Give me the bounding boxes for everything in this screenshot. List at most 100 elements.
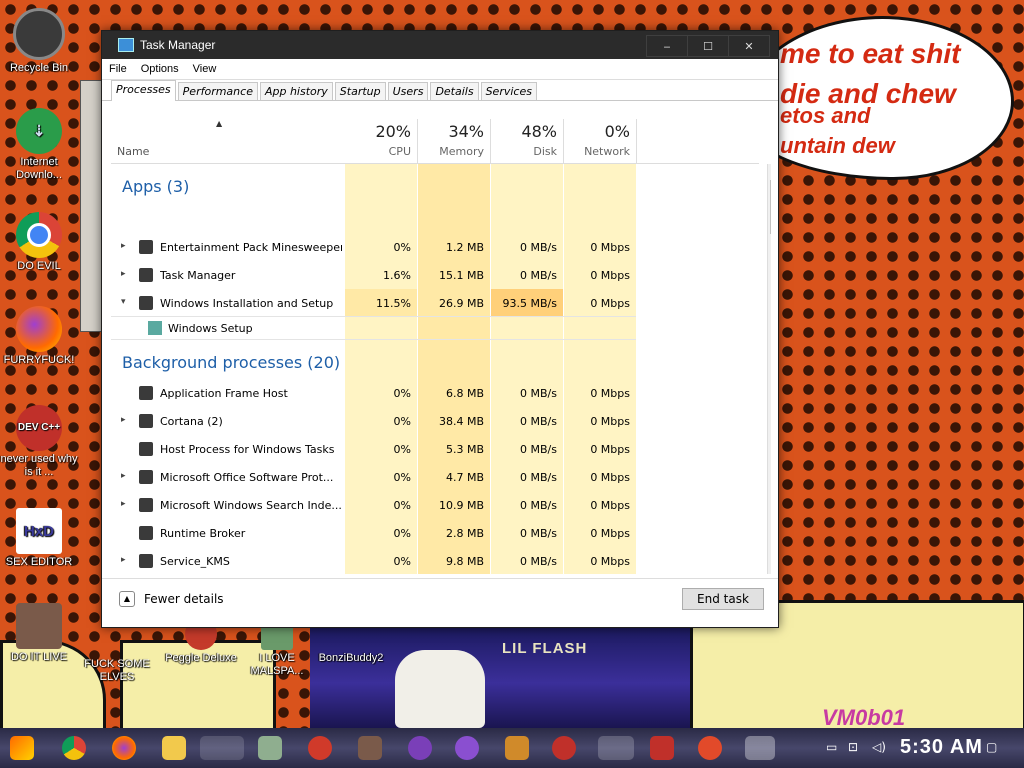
desktop-icon-devcpp[interactable]: DEV C++ never used why is it ... [0, 405, 78, 479]
menu-view[interactable]: View [186, 63, 224, 75]
desktop-icon-chrome[interactable]: DO EVIL [0, 212, 78, 273]
chevron-right-expander-icon[interactable]: ▸ [121, 415, 126, 425]
taskbar-clock[interactable]: 5:30 AM [900, 736, 983, 759]
column-network[interactable]: 0% Network [564, 119, 637, 163]
keyboard-icon[interactable]: ▭ [826, 740, 837, 754]
disk-value: 0 MB/s [520, 387, 557, 400]
dev-cpp-icon: DEV C++ [16, 405, 62, 451]
network-label: Network [584, 145, 630, 158]
end-task-button[interactable]: End task [682, 588, 764, 610]
chevron-up-icon[interactable]: ▲ [119, 591, 135, 607]
app-taskbar-icon-3[interactable] [698, 736, 722, 760]
process-row[interactable]: ▸ Service_KMS 0% 9.8 MB 0 MB/s 0 Mbps [111, 547, 759, 574]
process-name: Windows Setup [168, 322, 253, 335]
menu-file[interactable]: File [102, 63, 134, 75]
task-manager-taskbar-icon[interactable] [745, 736, 775, 760]
minesweeper-taskbar-icon[interactable] [200, 736, 244, 760]
chevron-right-expander-icon[interactable]: ▸ [121, 555, 126, 565]
menu-bar: File Options View [102, 59, 778, 80]
network-value: 0 Mbps [590, 499, 630, 512]
column-name[interactable]: Name [117, 145, 149, 158]
minimize-button[interactable]: ‒ [646, 35, 688, 57]
cpu-value: 0% [393, 471, 411, 484]
process-icon [139, 442, 153, 456]
hxd-icon: HxD [16, 508, 62, 554]
process-row[interactable]: ▸ Microsoft Office Software Prot... 0% 4.7 … [111, 463, 759, 491]
column-header: ▲ Name 20% CPU 34% Memory 48% Disk 0% Ne… [111, 119, 759, 164]
tab-app-history[interactable]: App history [259, 82, 333, 100]
memory-value: 10.9 MB [438, 499, 484, 512]
tab-services[interactable]: Services [480, 82, 537, 100]
close-button[interactable]: ✕ [728, 35, 770, 57]
chevron-right-expander-icon[interactable]: ▸ [121, 471, 126, 481]
desktop-icon-internet-download[interactable]: ⇣ Internet Downlo... [0, 108, 78, 182]
process-icon [139, 240, 153, 254]
process-row[interactable]: Host Process for Windows Tasks 0% 5.3 MB 0 … [111, 435, 759, 463]
desktop-icon-label: SEX EDITOR [5, 556, 73, 568]
fewer-details-link[interactable]: Fewer details [144, 592, 224, 606]
tab-users[interactable]: Users [387, 82, 429, 100]
tab-performance[interactable]: Performance [177, 82, 258, 100]
maximize-button[interactable]: ☐ [687, 35, 729, 57]
tab-startup[interactable]: Startup [334, 82, 386, 100]
app-taskbar-icon[interactable] [258, 736, 282, 760]
process-child-row[interactable]: Windows Setup [111, 316, 636, 340]
firefox-taskbar-icon[interactable] [112, 736, 136, 760]
desktop-icon-label: DO IT LIVE [10, 651, 68, 663]
process-name: Cortana (2) [160, 415, 223, 428]
group-background-heading: Background processes (20) [122, 353, 341, 372]
process-row[interactable]: ▸ Cortana (2) 0% 38.4 MB 0 MB/s 0 Mbps [111, 407, 759, 435]
process-row[interactable]: Application Frame Host 0% 6.8 MB 0 MB/s 0 Mb… [111, 379, 759, 407]
speech-line: untain dew [780, 133, 895, 158]
folder-taskbar-icon[interactable] [162, 736, 186, 760]
desktop-icon-elves[interactable]: FUCK SOME ELVES [78, 632, 156, 706]
process-name: Windows Installation and Setup [160, 297, 334, 310]
desktop-icon-do-it-live[interactable]: DO IT LIVE [0, 603, 78, 664]
notification-icon[interactable]: ▢ [986, 740, 997, 754]
setup-taskbar-icon[interactable] [598, 736, 634, 760]
disk-value: 0 MB/s [520, 241, 557, 254]
sort-caret-icon[interactable]: ▲ [216, 119, 222, 128]
tab-processes[interactable]: Processes [111, 80, 176, 101]
process-row[interactable]: ▸ Entertainment Pack Minesweeper... 0% 1.2 … [111, 233, 759, 261]
portrait-icon [16, 603, 62, 649]
column-cpu[interactable]: 20% CPU [345, 119, 418, 163]
devcpp-taskbar-icon[interactable] [650, 736, 674, 760]
desktop-icon-recycle-bin[interactable]: Recycle Bin [0, 8, 78, 75]
memory-value: 26.9 MB [438, 297, 484, 310]
chevron-right-expander-icon[interactable]: ▸ [121, 499, 126, 509]
memory-value: 5.3 MB [445, 443, 484, 456]
chevron-right-expander-icon[interactable]: ▸ [121, 269, 126, 279]
chevron-right-expander-icon[interactable]: ▸ [121, 241, 126, 251]
volume-icon[interactable]: ◁) [872, 740, 886, 754]
process-name: Entertainment Pack Minesweeper... [160, 241, 342, 254]
bonzi-taskbar-icon[interactable] [408, 736, 432, 760]
menu-options[interactable]: Options [134, 63, 186, 75]
desktop-icon-firefox[interactable]: FURRYFUCK! [0, 306, 78, 367]
process-row[interactable]: ▾ Windows Installation and Setup 11.5% 26.9… [111, 289, 759, 317]
column-disk[interactable]: 48% Disk [491, 119, 564, 163]
peggle-taskbar-icon[interactable] [308, 736, 332, 760]
app-taskbar-icon-2[interactable] [505, 736, 529, 760]
network-value: 0 Mbps [590, 269, 630, 282]
process-row[interactable]: ▸ Microsoft Windows Search Inde... 0% 10.9 … [111, 491, 759, 519]
vertical-scrollbar[interactable]: ▲ ▼ [767, 164, 771, 574]
chrome-taskbar-icon[interactable] [62, 736, 86, 760]
process-table: ▲ Name 20% CPU 34% Memory 48% Disk 0% Ne… [111, 119, 771, 574]
chevron-right-expander-icon[interactable]: ▾ [121, 297, 126, 307]
desktop-icon-hxd[interactable]: HxD SEX EDITOR [0, 508, 78, 569]
start-button-icon[interactable] [10, 736, 34, 760]
portrait-taskbar-icon[interactable] [358, 736, 382, 760]
process-name: Service_KMS [160, 555, 230, 568]
bonzi-taskbar-icon-2[interactable] [455, 736, 479, 760]
network-value: 0 Mbps [590, 415, 630, 428]
title-bar[interactable]: Task Manager ‒ ☐ ✕ [102, 31, 778, 59]
radiation-taskbar-icon[interactable] [552, 736, 576, 760]
tab-details[interactable]: Details [430, 82, 479, 100]
process-row[interactable]: ▸ Task Manager 1.6% 15.1 MB 0 MB/s 0 Mbps [111, 261, 759, 289]
scroll-thumb[interactable] [770, 180, 771, 234]
network-icon[interactable]: ⊡ [848, 740, 858, 754]
process-row[interactable]: Runtime Broker 0% 2.8 MB 0 MB/s 0 Mbps [111, 519, 759, 547]
poster-title: LIL FLASH [502, 640, 588, 657]
column-memory[interactable]: 34% Memory [418, 119, 491, 163]
